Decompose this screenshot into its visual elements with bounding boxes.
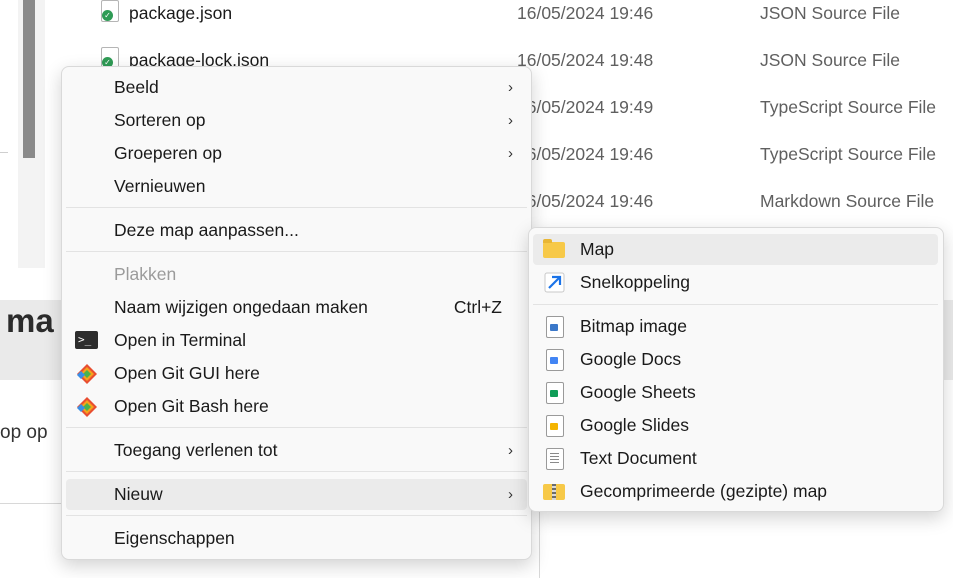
submenu-item-zip-folder[interactable]: Gecomprimeerde (gezipte) map <box>533 476 938 507</box>
submenu-item-label: Gecomprimeerde (gezipte) map <box>580 481 828 501</box>
json-file-icon: ✓ <box>101 0 119 22</box>
context-menu: Beeld › Sorteren op › Groeperen op › Ver… <box>61 66 532 560</box>
menu-item-label: Beeld <box>114 77 159 97</box>
submenu-item-label: Snelkoppeling <box>580 272 690 292</box>
menu-item-undo-rename[interactable]: Naam wijzigen ongedaan maken Ctrl+Z <box>66 292 527 323</box>
new-submenu: Map Snelkoppeling Bitmap image Google Do… <box>528 227 944 512</box>
keyboard-shortcut: Ctrl+Z <box>453 297 502 317</box>
submenu-item-label: Google Docs <box>580 349 682 369</box>
menu-item-group-by[interactable]: Groeperen op › <box>66 138 527 169</box>
menu-item-label: Naam wijzigen ongedaan maken <box>114 297 368 317</box>
file-date: 16/05/2024 19:49 <box>517 97 654 117</box>
menu-item-label: Deze map aanpassen... <box>114 220 299 240</box>
submenu-item-label: Google Slides <box>580 415 689 435</box>
divider <box>0 152 8 153</box>
file-type: JSON Source File <box>760 3 901 23</box>
menu-item-sort-by[interactable]: Sorteren op › <box>66 105 527 136</box>
menu-item-open-git-gui[interactable]: Open Git GUI here <box>66 358 527 389</box>
menu-item-refresh[interactable]: Vernieuwen <box>66 171 527 202</box>
file-name: package.json <box>129 3 233 23</box>
submenu-item-google-sheets[interactable]: Google Sheets <box>533 377 938 408</box>
menu-item-open-in-terminal[interactable]: Open in Terminal <box>66 324 527 356</box>
menu-item-paste[interactable]: Plakken <box>66 259 527 290</box>
menu-item-properties[interactable]: Eigenschappen <box>66 523 527 554</box>
background-text: op op <box>0 422 48 443</box>
submenu-item-bitmap[interactable]: Bitmap image <box>533 311 938 342</box>
submenu-item-google-slides[interactable]: Google Slides <box>533 410 938 441</box>
shortcut-arrow-icon <box>543 272 567 294</box>
chevron-right-icon: › <box>508 486 513 503</box>
git-bash-icon <box>75 396 99 418</box>
menu-item-open-git-bash[interactable]: Open Git Bash here <box>66 391 527 422</box>
submenu-item-folder[interactable]: Map <box>533 234 938 265</box>
menu-item-label: Open in Terminal <box>114 330 246 350</box>
menu-item-give-access[interactable]: Toegang verlenen tot › <box>66 435 527 466</box>
submenu-item-label: Text Document <box>580 448 697 468</box>
menu-separator <box>66 251 527 252</box>
bitmap-icon <box>543 316 567 338</box>
file-type: TypeScript Source File <box>760 144 937 164</box>
git-gui-icon <box>75 363 99 385</box>
menu-item-label: Eigenschappen <box>114 528 235 548</box>
menu-item-label: Open Git Bash here <box>114 396 269 416</box>
google-docs-icon <box>543 349 567 371</box>
google-sheets-icon <box>543 382 567 404</box>
chevron-right-icon: › <box>508 112 513 129</box>
file-type: TypeScript Source File <box>760 97 937 117</box>
file-row[interactable]: ✓ package.json 16/05/2024 19:46 JSON Sou… <box>96 0 953 28</box>
menu-separator <box>533 304 938 305</box>
file-type: Markdown Source File <box>760 191 935 211</box>
folder-icon <box>543 239 567 261</box>
menu-separator <box>66 515 527 516</box>
menu-item-label: Nieuw <box>114 484 163 504</box>
divider <box>539 505 540 578</box>
menu-item-label: Vernieuwen <box>114 176 206 196</box>
background-heading: ma <box>6 302 54 339</box>
text-document-icon <box>543 448 567 470</box>
terminal-icon <box>75 324 99 355</box>
zip-folder-icon <box>543 481 567 503</box>
submenu-item-text-document[interactable]: Text Document <box>533 443 938 474</box>
menu-item-customize-folder[interactable]: Deze map aanpassen... <box>66 215 527 246</box>
file-type: JSON Source File <box>760 50 901 70</box>
menu-separator <box>66 207 527 208</box>
google-slides-icon <box>543 415 567 437</box>
menu-item-new[interactable]: Nieuw › <box>66 479 527 510</box>
scrollbar-thumb[interactable] <box>23 0 35 158</box>
menu-item-label: Open Git GUI here <box>114 363 260 383</box>
chevron-right-icon: › <box>508 442 513 459</box>
menu-item-label: Toegang verlenen tot <box>114 440 278 460</box>
menu-separator <box>66 471 527 472</box>
chevron-right-icon: › <box>508 145 513 162</box>
submenu-item-label: Google Sheets <box>580 382 696 402</box>
submenu-item-label: Bitmap image <box>580 316 687 336</box>
file-date: 16/05/2024 19:48 <box>517 50 654 70</box>
submenu-item-shortcut[interactable]: Snelkoppeling <box>533 267 938 298</box>
file-date: 16/05/2024 19:46 <box>517 191 654 211</box>
file-date: 16/05/2024 19:46 <box>517 3 654 23</box>
submenu-item-label: Map <box>580 239 615 259</box>
file-date: 16/05/2024 19:46 <box>517 144 654 164</box>
menu-item-label: Sorteren op <box>114 110 206 130</box>
menu-item-label: Plakken <box>114 264 177 284</box>
chevron-right-icon: › <box>508 79 513 96</box>
menu-item-label: Groeperen op <box>114 143 222 163</box>
menu-separator <box>66 427 527 428</box>
menu-item-view[interactable]: Beeld › <box>66 72 527 103</box>
submenu-item-google-docs[interactable]: Google Docs <box>533 344 938 375</box>
